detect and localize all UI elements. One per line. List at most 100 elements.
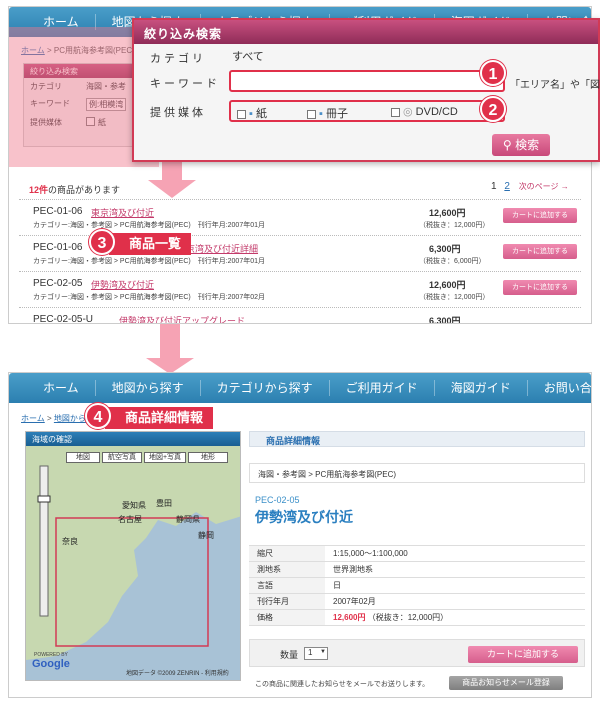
top-nav: ホーム 地図から探す カテゴリから探す ご利用ガイド 海図ガイド お問い合わせ [9,373,591,403]
nav-category[interactable]: カテゴリから探す [201,380,330,396]
media-option-dvd[interactable]: ◎ DVD/CD [391,105,458,118]
map-widget[interactable]: 海域の確認 愛知県 名古屋 静岡県 豊田 奈良 静岡 地図 航空写真 地図+写真… [25,431,241,681]
connector-arrow-head [148,180,196,198]
notice-text: この商品に関連したお知らせをメールでお送りします。 [255,681,430,688]
breadcrumb: ホーム > 地図から [21,414,86,423]
media-label: 提供媒体 [150,107,206,119]
keyword-label: キーワード [150,78,220,90]
checkbox[interactable] [237,109,246,119]
map-credit: 地図データ ©2009 ZENRIN - 利用規約 [126,671,229,677]
product-code: PEC-02-05 [255,495,300,505]
category-value[interactable]: すべて [232,48,264,64]
table-row: 測地系 世界測地系 [249,561,585,578]
checkbox[interactable] [307,109,316,119]
spec-table: 縮尺 1:15,000～1:100,000 測地系 世界測地系 言語日 刊行年月 20… [249,545,585,626]
table-row: 言語日 [249,577,585,594]
breadcrumb-map[interactable]: 地図から [54,414,86,423]
search-button[interactable]: ⚲ 検索 [492,134,550,156]
search-button-label: 検索 [515,138,540,152]
spec-key: 価格 [249,609,325,626]
quantity-bar: 数量 1 ▼ カートに追加する [249,639,585,667]
add-to-cart-button[interactable]: カートに追加する [503,208,577,223]
nav-guide[interactable]: ご利用ガイド [330,380,435,396]
place-label: 名古屋 [118,514,142,524]
place-label: 奈良 [62,536,78,546]
map-canvas[interactable]: 愛知県 名古屋 静岡県 豊田 奈良 静岡 [26,446,241,681]
product-code: PEC-02-05-U [33,314,94,324]
count-text: の商品があります [48,185,121,195]
google-logo: Google [32,658,70,670]
checkbox[interactable] [391,107,400,117]
product-price: 6,300円 [429,316,461,324]
nav-contact[interactable]: お問い合わせ [528,380,591,396]
add-to-cart-button[interactable]: カートに追加する [503,280,577,295]
place-label: 愛知県 [122,500,146,510]
list-item: PEC-02-05 伊勢湾及び付近 カテゴリー:海図・参考図 > PC用航海参考… [19,271,581,307]
media-label-booklet: 冊子 [325,108,348,120]
search-popup: 絞り込み検索 カテゴリ すべて キーワード 「エリア名」や「図の種 提供媒体 ▪… [132,18,600,162]
category-path: 海図・参考図 > PC用航海参考図(PEC) [249,463,585,483]
paper-icon: ▪ [249,108,253,120]
list-item: PEC-02-05-U 伊勢湾及び付近アップグレード 6,300円 [19,307,581,324]
next-page-link[interactable]: 次のページ → [519,182,569,191]
detail-page-screenshot: ホーム 地図から探す カテゴリから探す ご利用ガイド 海図ガイド お問い合わせ … [8,372,592,698]
spec-key: 縮尺 [249,545,325,562]
table-row: 価格 12,600円 （税抜き：12,000円） [249,609,585,626]
price-value: 12,600円 [333,613,366,622]
add-to-cart-button[interactable]: カートに追加する [503,244,577,259]
product-link[interactable]: 伊勢湾及び付近 [91,278,154,291]
product-title: 伊勢湾及び付近 [255,509,353,525]
popup-title: 絞り込み検索 [134,20,598,44]
product-price: 12,600円 [429,280,466,290]
booklet-icon: ▪ [319,108,323,120]
product-price: 12,600円 [429,208,466,218]
map-tab-map[interactable]: 地図 [66,452,100,463]
notice-subscribe-button[interactable]: 商品お知らせメール登録 [449,676,563,690]
search-icon: ⚲ [502,138,512,152]
qty-select[interactable]: 1 ▼ [304,647,328,660]
keyword-input[interactable] [229,70,505,92]
map-tab-terrain[interactable]: 地形 [188,452,228,463]
chevron-down-icon: ▼ [320,649,326,655]
map-tab-hybrid[interactable]: 地図+写真 [144,452,186,463]
spec-key: 刊行年月 [249,593,325,610]
media-option-paper[interactable]: ▪ 紙 [237,105,267,121]
spec-value: 1:15,000～1:100,000 [325,545,585,562]
panel-connector-stem [160,324,180,360]
nav-chart-guide[interactable]: 海図ガイド [435,380,528,396]
page-1: 1 [491,181,497,192]
category-label: カテゴリ [150,53,206,65]
product-tax: （税抜き：12,000円） [419,222,490,229]
callout-label-detail: 商品詳細情報 [105,407,214,429]
product-link[interactable]: 伊勢湾及び付近アップグレード [119,314,245,323]
page-2-link[interactable]: 2 [504,181,510,192]
table-row: 刊行年月 2007年02月 [249,593,585,610]
nav-home[interactable]: ホーム [27,380,96,396]
callout-1-badge: 1 [480,60,506,86]
qty-label: 数量 [280,650,299,660]
map-tab-satellite[interactable]: 航空写真 [102,452,142,463]
disc-icon: ◎ [403,106,413,118]
media-option-booklet[interactable]: ▪ 冊子 [307,105,348,121]
media-label-paper: 紙 [255,108,267,120]
callout-3-badge: 3 [89,229,115,255]
callout-label-list: 商品一覧 [109,233,192,255]
product-meta: カテゴリー:海図・参考図 > PC用航海参考図(PEC) 刊行年月:2007年0… [33,294,266,301]
media-options: ▪ 紙 ▪ 冊子 ◎ DVD/CD [229,100,505,122]
nav-map[interactable]: 地図から探す [96,380,201,396]
media-label-dvd: DVD/CD [415,106,458,118]
product-meta: カテゴリー:海図・参考図 > PC用航海参考図(PEC) 刊行年月:2007年0… [33,258,266,265]
product-meta: カテゴリー:海図・参考図 > PC用航海参考図(PEC) 刊行年月:2007年0… [33,222,266,229]
add-to-cart-button[interactable]: カートに追加する [468,646,578,663]
product-code: PEC-02-05 [33,278,83,289]
zoom-slider[interactable] [39,465,49,617]
keyword-hint: 「エリア名」や「図の種 [510,80,600,91]
spec-value: 2007年02月 [325,593,585,610]
breadcrumb-home[interactable]: ホーム [21,414,45,423]
product-link[interactable]: 東京湾及び付近 [91,206,154,219]
zoom-handle[interactable] [37,495,51,503]
result-count: 12件の商品があります [29,183,120,196]
product-tax: （税抜き：6,000円） [419,258,486,265]
product-price: 6,300円 [429,244,461,254]
price-tax: （税抜き：12,000円） [367,613,449,622]
